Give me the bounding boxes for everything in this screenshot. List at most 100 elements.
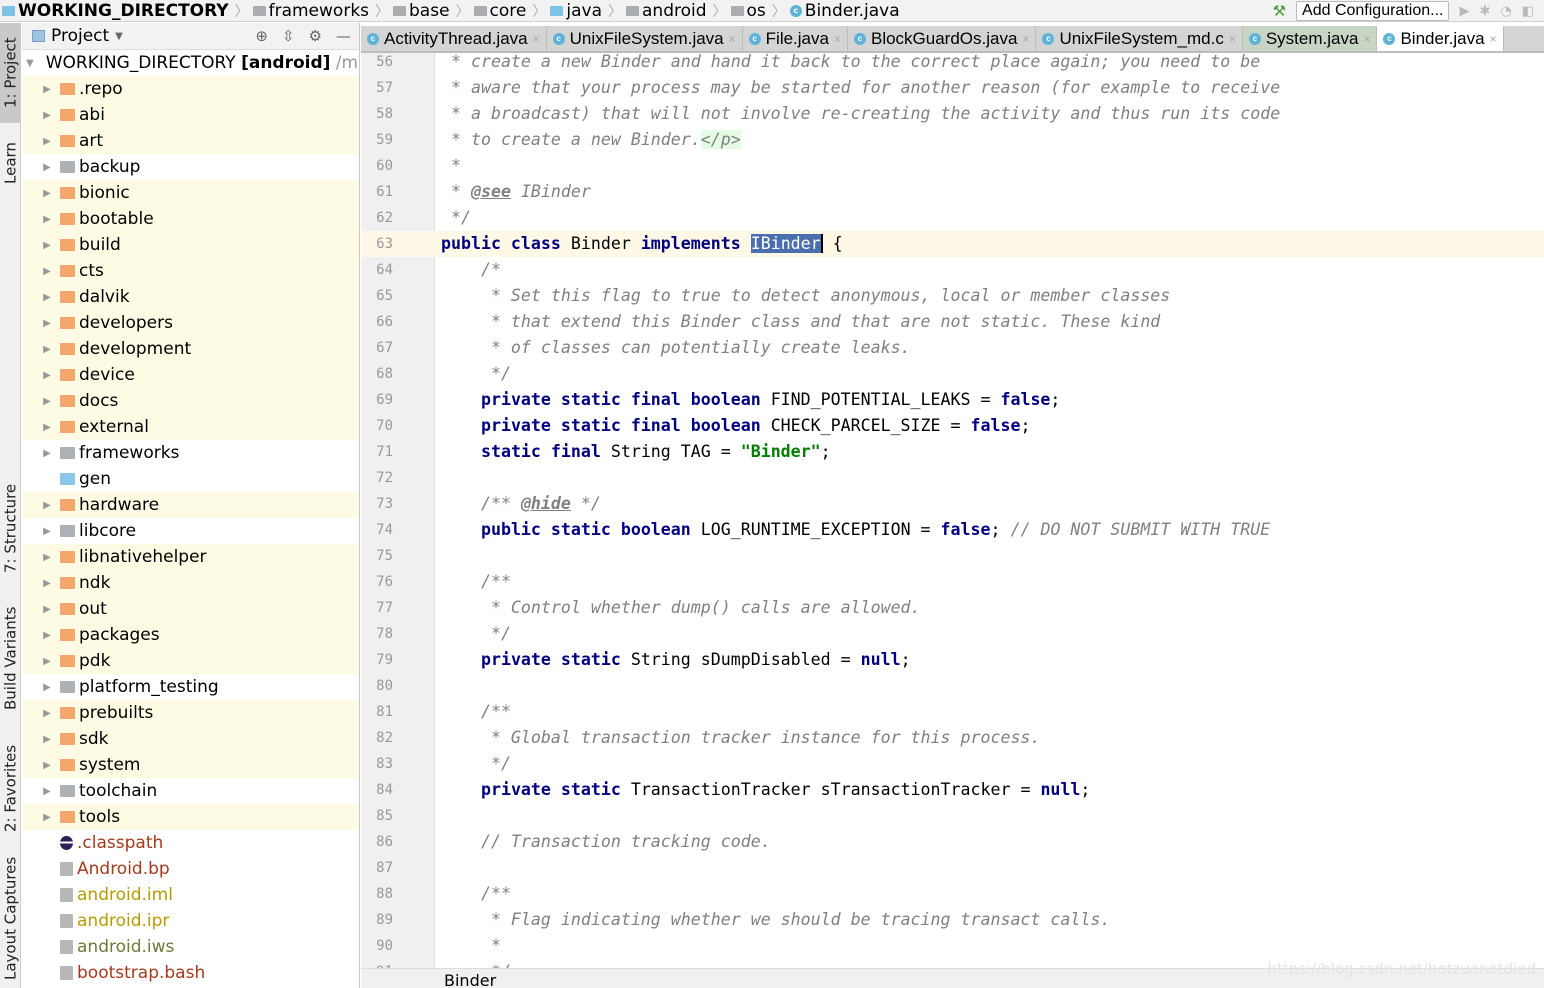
expand-arrow-icon[interactable]: ▶ bbox=[42, 708, 52, 719]
tree-item[interactable]: ▶ developers bbox=[22, 310, 359, 336]
expand-arrow-icon[interactable]: ▶ bbox=[42, 162, 52, 173]
expand-arrow-icon[interactable]: ▶ bbox=[42, 292, 52, 303]
tree-item[interactable]: ▶ sdk bbox=[22, 726, 359, 752]
expand-arrow-icon[interactable]: ▶ bbox=[42, 266, 52, 277]
tree-item[interactable]: ▶ frameworks bbox=[22, 440, 359, 466]
expand-arrow-icon[interactable]: ▶ bbox=[42, 188, 52, 199]
expand-arrow-icon[interactable]: ▶ bbox=[42, 734, 52, 745]
tree-item[interactable]: ▶ dalvik bbox=[22, 284, 359, 310]
expand-arrow-icon[interactable]: ▶ bbox=[42, 812, 52, 823]
tree-item[interactable]: bootstrap.bash bbox=[22, 960, 359, 986]
tree-item[interactable]: ▶ build bbox=[22, 232, 359, 258]
tree-item[interactable]: ▶ bionic bbox=[22, 180, 359, 206]
close-icon[interactable]: × bbox=[729, 32, 736, 46]
locate-icon[interactable]: ⊕ bbox=[255, 27, 268, 45]
expand-arrow-icon[interactable]: ▶ bbox=[42, 448, 52, 459]
close-icon[interactable]: × bbox=[1363, 32, 1370, 46]
add-configuration-button[interactable]: Add Configuration... bbox=[1296, 1, 1450, 21]
tree-item[interactable]: .classpath bbox=[22, 830, 359, 856]
tree-item[interactable]: gen bbox=[22, 466, 359, 492]
build-hammer-icon[interactable]: ⚒ bbox=[1273, 2, 1286, 20]
tree-item[interactable]: ▶ .repo bbox=[22, 76, 359, 102]
expand-arrow-icon[interactable]: ▶ bbox=[42, 760, 52, 771]
breadcrumb-item[interactable]: base 〉 bbox=[393, 1, 470, 21]
expand-arrow-icon[interactable]: ▶ bbox=[42, 84, 52, 95]
breadcrumb-item[interactable]: core 〉 bbox=[473, 1, 546, 21]
tool-window-layout-captures[interactable]: Layout Captures bbox=[0, 853, 21, 983]
tree-item[interactable]: ▶ toolchain bbox=[22, 778, 359, 804]
tab-activitythread-java[interactable]: c ActivityThread.java × bbox=[361, 26, 547, 51]
expand-arrow-icon[interactable]: ▶ bbox=[42, 240, 52, 251]
gear-icon[interactable]: ⚙ bbox=[309, 27, 322, 45]
tree-item[interactable]: ▶ device bbox=[22, 362, 359, 388]
tree-item[interactable]: ▶ tools bbox=[22, 804, 359, 830]
expand-arrow-icon[interactable]: ▶ bbox=[42, 422, 52, 433]
breadcrumb-item[interactable]: c Binder.java bbox=[789, 1, 900, 21]
code-editor[interactable]: 56 * create a new Binder and hand it bac… bbox=[361, 53, 1544, 968]
tree-item[interactable]: ▶ cts bbox=[22, 258, 359, 284]
profile-icon[interactable]: ◔ bbox=[1500, 4, 1511, 19]
tree-item[interactable]: ▶ backup bbox=[22, 154, 359, 180]
expand-arrow-icon[interactable]: ▶ bbox=[42, 318, 52, 329]
tab-blockguardos-java[interactable]: c BlockGuardOs.java × bbox=[848, 26, 1037, 51]
expand-arrow-icon[interactable]: ▶ bbox=[42, 396, 52, 407]
expand-arrow-icon[interactable]: ▶ bbox=[42, 370, 52, 381]
breadcrumb-item[interactable]: android 〉 bbox=[626, 1, 727, 21]
tree-item[interactable]: ▶ art bbox=[22, 128, 359, 154]
tab-unixfilesystem-java[interactable]: c UnixFileSystem.java × bbox=[547, 26, 743, 51]
project-view-selector[interactable]: Project bbox=[51, 26, 109, 46]
tree-item[interactable]: ▶ packages bbox=[22, 622, 359, 648]
tree-item[interactable]: android.ipr bbox=[22, 908, 359, 934]
tree-item[interactable]: ▶ libcore bbox=[22, 518, 359, 544]
expand-arrow-icon[interactable]: ▶ bbox=[42, 136, 52, 147]
tree-item[interactable]: ▶ pdk bbox=[22, 648, 359, 674]
collapse-all-icon[interactable]: ⇳ bbox=[282, 27, 295, 45]
hide-icon[interactable]: — bbox=[336, 27, 351, 45]
breadcrumb-item[interactable]: os 〉 bbox=[730, 1, 786, 21]
tree-item[interactable]: ▶ ndk bbox=[22, 570, 359, 596]
tab-system-java[interactable]: c System.java × bbox=[1242, 26, 1378, 51]
tool-window--favorites[interactable]: 2: Favorites bbox=[0, 728, 21, 848]
tree-item[interactable]: ▶ bootable bbox=[22, 206, 359, 232]
tree-item[interactable]: ▶ out bbox=[22, 596, 359, 622]
breadcrumb-item[interactable]: WORKING_DIRECTORY 〉 bbox=[2, 1, 249, 21]
tree-item[interactable]: android.iws bbox=[22, 934, 359, 960]
tree-item[interactable]: android.iml bbox=[22, 882, 359, 908]
expand-arrow-icon[interactable]: ▶ bbox=[42, 344, 52, 355]
breadcrumb-item[interactable]: java 〉 bbox=[550, 1, 622, 21]
expand-arrow-icon[interactable]: ▶ bbox=[42, 630, 52, 641]
tree-root[interactable]: ▼ WORKING_DIRECTORY [android] /med bbox=[22, 50, 359, 76]
expand-arrow-icon[interactable]: ▶ bbox=[42, 500, 52, 511]
expand-arrow-icon[interactable]: ▶ bbox=[42, 656, 52, 667]
tree-item[interactable]: ▶ prebuilts bbox=[22, 700, 359, 726]
tree-item[interactable]: ▶ docs bbox=[22, 388, 359, 414]
tool-window--structure[interactable]: 7: Structure bbox=[0, 463, 21, 593]
expand-arrow-icon[interactable]: ▶ bbox=[42, 682, 52, 693]
chevron-down-icon[interactable]: ▼ bbox=[115, 31, 123, 42]
tab-binder-java[interactable]: c Binder.java × bbox=[1377, 26, 1504, 51]
tree-item[interactable]: ▶ development bbox=[22, 336, 359, 362]
expand-arrow-icon[interactable]: ▶ bbox=[42, 604, 52, 615]
tree-item[interactable]: ▶ hardware bbox=[22, 492, 359, 518]
tree-item[interactable]: ▶ abi bbox=[22, 102, 359, 128]
tool-window-build-variants[interactable]: Build Variants bbox=[0, 593, 21, 723]
tool-window--project[interactable]: 1: Project bbox=[0, 23, 21, 123]
expand-arrow-icon[interactable]: ▼ bbox=[26, 58, 34, 69]
expand-arrow-icon[interactable]: ▶ bbox=[42, 786, 52, 797]
tree-item[interactable]: ▶ external bbox=[22, 414, 359, 440]
expand-arrow-icon[interactable]: ▶ bbox=[42, 214, 52, 225]
tree-item[interactable]: ▶ libnativehelper bbox=[22, 544, 359, 570]
expand-arrow-icon[interactable]: ▶ bbox=[42, 110, 52, 121]
tree-item[interactable]: Android.bp bbox=[22, 856, 359, 882]
expand-arrow-icon[interactable]: ▶ bbox=[42, 526, 52, 537]
editor-breadcrumb-item[interactable]: Binder bbox=[444, 971, 496, 988]
expand-arrow-icon[interactable]: ▶ bbox=[42, 578, 52, 589]
tab-unixfilesystem-md-c[interactable]: c UnixFileSystem_md.c × bbox=[1036, 26, 1243, 51]
tool-window-learn[interactable]: Learn bbox=[0, 128, 21, 198]
close-icon[interactable]: × bbox=[1022, 32, 1029, 46]
close-icon[interactable]: × bbox=[533, 32, 540, 46]
debug-icon[interactable]: ✱ bbox=[1479, 4, 1490, 19]
expand-arrow-icon[interactable]: ▶ bbox=[42, 552, 52, 563]
tab-file-java[interactable]: c File.java × bbox=[743, 26, 848, 51]
close-icon[interactable]: × bbox=[834, 32, 841, 46]
